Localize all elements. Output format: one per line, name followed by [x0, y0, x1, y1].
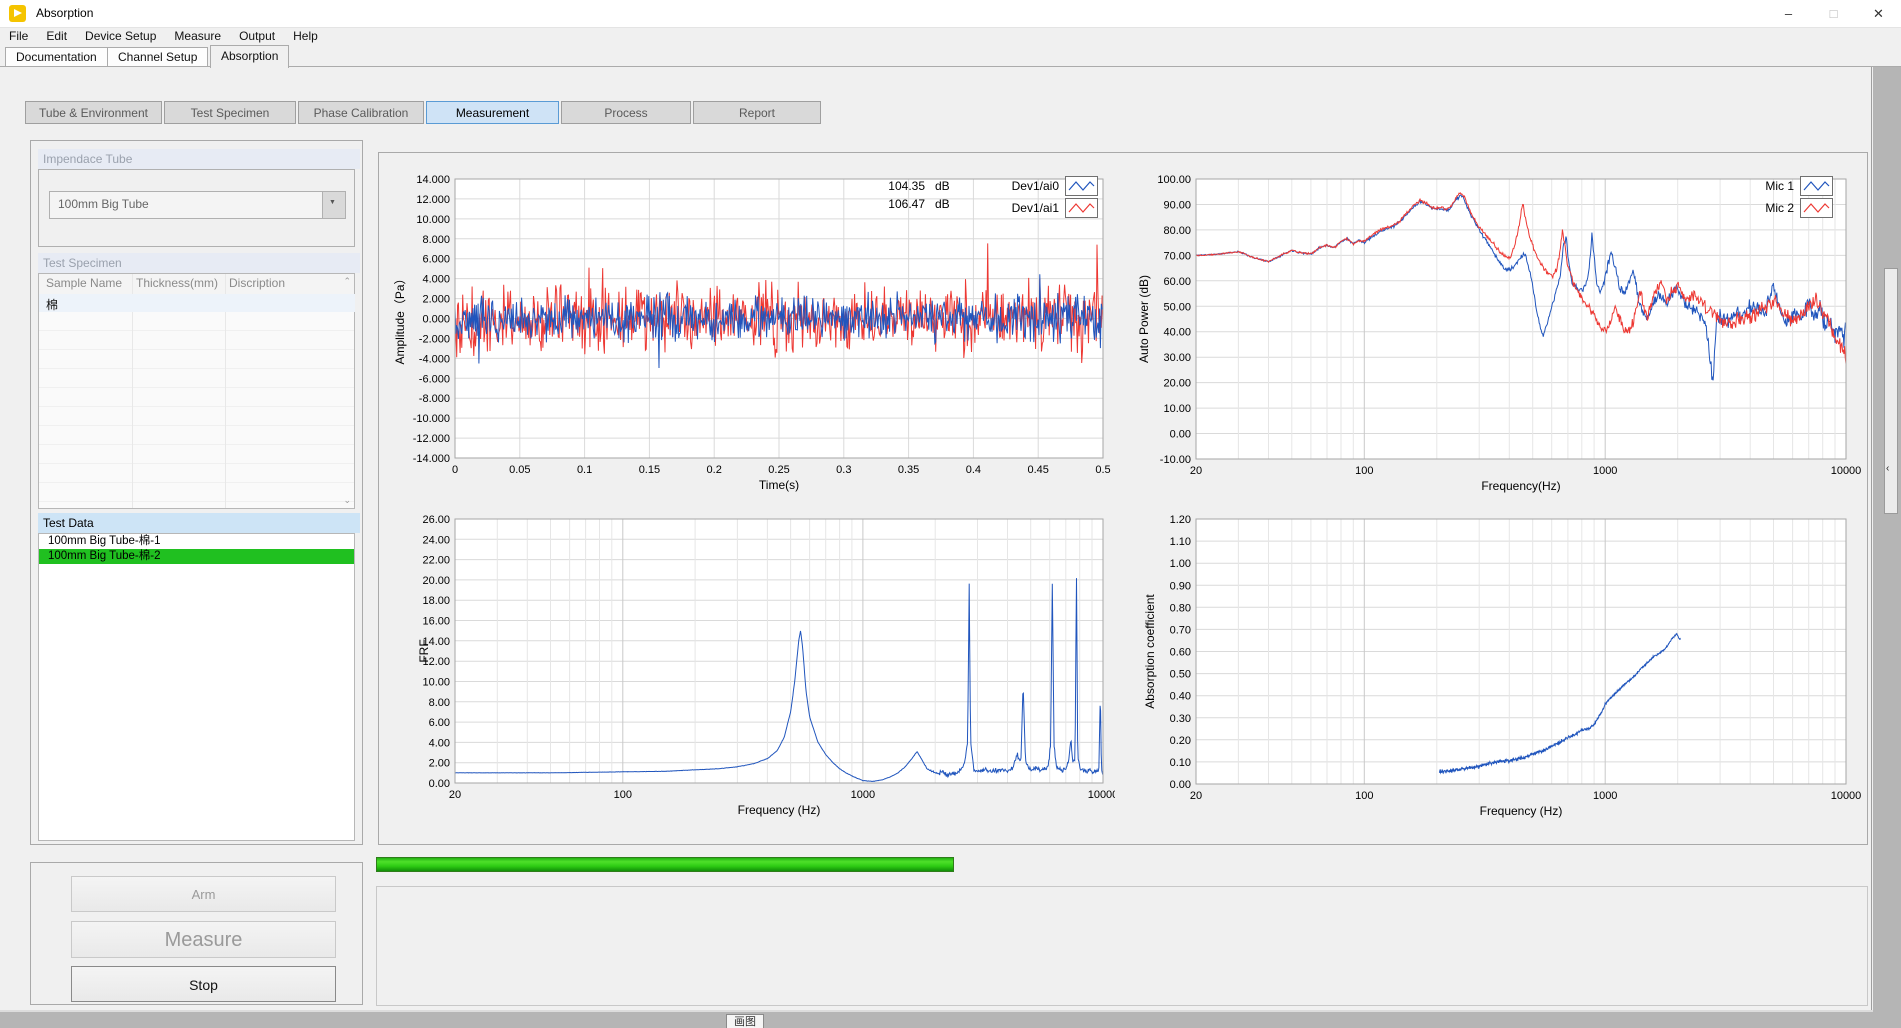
mic1-level-readout: 104.35 dB: [875, 179, 950, 195]
menu-edit[interactable]: Edit: [37, 28, 76, 45]
measure-button[interactable]: Measure: [71, 921, 336, 958]
charts-panel: [378, 152, 1868, 845]
mic1-level-value: 104.35: [875, 179, 925, 195]
taskbar-strip: 画图: [0, 1012, 1873, 1028]
cell-sample-name: 棉: [46, 296, 58, 313]
scroll-down-icon[interactable]: ⌄: [343, 495, 351, 506]
subtab-phase-calibration[interactable]: Phase Calibration: [298, 101, 424, 124]
tab-documentation[interactable]: Documentation: [5, 47, 108, 67]
legend-label: Mic 1: [1750, 179, 1794, 193]
legend-label: Dev1/ai0: [997, 179, 1059, 193]
legend-label: Dev1/ai1: [997, 201, 1059, 215]
subtab-measurement[interactable]: Measurement: [426, 101, 559, 124]
main-tab-strip: Documentation Channel Setup Absorption: [0, 45, 1901, 67]
close-button[interactable]: ✕: [1856, 0, 1901, 27]
subtab-report[interactable]: Report: [693, 101, 821, 124]
scroll-up-icon[interactable]: ⌃: [343, 276, 351, 287]
window-title: Absorption: [36, 6, 93, 20]
col-thickness: Thickness(mm): [136, 276, 218, 290]
window-right-border: [1871, 67, 1872, 1010]
tab-absorption[interactable]: Absorption: [210, 45, 289, 68]
menu-output[interactable]: Output: [230, 28, 284, 45]
specimen-table-header: Sample Name Thickness(mm) Discription: [39, 274, 354, 295]
menu-help[interactable]: Help: [284, 28, 327, 45]
waveform-icon-red: [1065, 198, 1098, 218]
subtab-test-specimen[interactable]: Test Specimen: [164, 101, 296, 124]
left-panel: Impendace Tube 100mm Big Tube Test Speci…: [30, 140, 363, 845]
specimen-table[interactable]: Sample Name Thickness(mm) Discription 棉 …: [38, 273, 355, 509]
mic2-level-readout: 106.47 dB: [875, 197, 950, 213]
test-data-header: Test Data: [38, 513, 360, 533]
subtab-process[interactable]: Process: [561, 101, 691, 124]
cursor-icon: ‹: [1886, 463, 1889, 474]
menu-measure[interactable]: Measure: [165, 28, 230, 45]
action-panel: Arm Measure Stop: [30, 862, 363, 1005]
waveform-icon-blue: [1065, 176, 1098, 196]
legend-label: Mic 2: [1750, 201, 1794, 215]
arm-button[interactable]: Arm: [71, 876, 336, 912]
legend-dev1-ai0[interactable]: Dev1/ai0: [997, 176, 1098, 196]
title-bar: Absorption – □ ✕: [0, 0, 1901, 28]
test-data-list[interactable]: 100mm Big Tube-棉-1 100mm Big Tube-棉-2: [38, 533, 355, 841]
maximize-button[interactable]: □: [1811, 0, 1856, 27]
taskbar-paint-button[interactable]: 画图: [726, 1014, 764, 1028]
legend-mic2[interactable]: Mic 2: [1750, 198, 1833, 218]
menu-file[interactable]: File: [0, 28, 37, 45]
waveform-icon-red: [1800, 198, 1833, 218]
progress-bar: [376, 857, 954, 872]
legend-dev1-ai1[interactable]: Dev1/ai1: [997, 198, 1098, 218]
list-item[interactable]: 100mm Big Tube-棉-1: [39, 534, 354, 549]
table-row[interactable]: 棉: [39, 294, 355, 312]
legend-mic1[interactable]: Mic 1: [1750, 176, 1833, 196]
mic2-level-value: 106.47: [875, 197, 925, 213]
test-specimen-header: Test Specimen: [38, 253, 360, 273]
app-window: Absorption – □ ✕ File Edit Device Setup …: [0, 0, 1901, 1028]
tab-channel-setup[interactable]: Channel Setup: [107, 47, 208, 67]
app-icon: [9, 5, 26, 22]
message-panel: [376, 886, 1868, 1006]
col-discription: Discription: [229, 276, 285, 290]
impedance-tube-box: 100mm Big Tube: [38, 169, 355, 247]
scrollbar[interactable]: [1884, 268, 1898, 514]
stop-button[interactable]: Stop: [71, 966, 336, 1002]
mic1-level-unit: dB: [935, 179, 950, 195]
tube-select-value: 100mm Big Tube: [58, 197, 149, 211]
background-window-strip: ‹: [1873, 67, 1901, 1028]
menu-device-setup[interactable]: Device Setup: [76, 28, 165, 45]
mic2-level-unit: dB: [935, 197, 950, 213]
tube-select[interactable]: 100mm Big Tube: [49, 191, 346, 219]
impedance-tube-header: Impendace Tube: [38, 149, 360, 169]
minimize-button[interactable]: –: [1766, 0, 1811, 27]
col-sample-name: Sample Name: [46, 276, 122, 290]
subtab-tube-environment[interactable]: Tube & Environment: [25, 101, 162, 124]
menu-bar: File Edit Device Setup Measure Output He…: [0, 28, 1901, 45]
list-item-selected[interactable]: 100mm Big Tube-棉-2: [39, 549, 354, 564]
waveform-icon-blue: [1800, 176, 1833, 196]
chevron-down-icon[interactable]: [322, 192, 345, 218]
